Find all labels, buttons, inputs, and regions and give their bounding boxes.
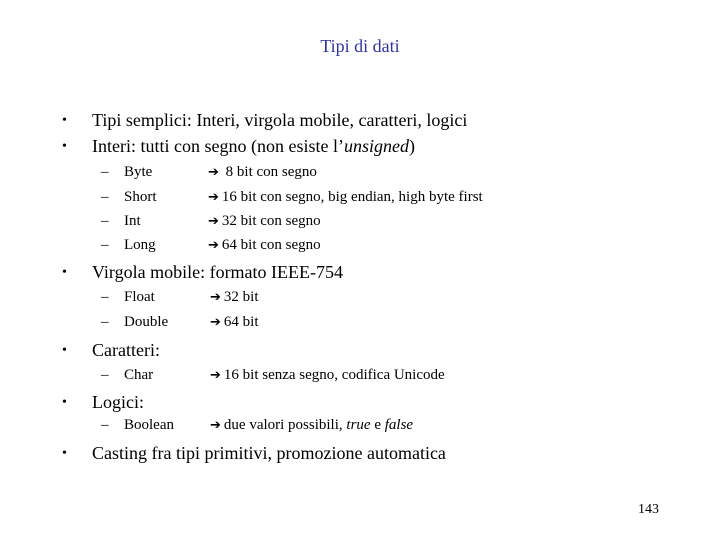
type-desc: 32 bit con segno xyxy=(221,213,321,229)
sub-item-byte: – Byte ➔ 8 bit con segno xyxy=(101,164,317,181)
bullet-item-casting: • Casting fra tipi primitivi, promozione … xyxy=(62,443,446,464)
sub-item-short: – Short ➔ 16 bit con segno, big endian, hig… xyxy=(101,189,483,206)
type-desc: 64 bit xyxy=(223,314,259,330)
type-desc: 64 bit con segno xyxy=(221,237,321,253)
bullet-icon: • xyxy=(62,113,67,128)
bullet-item-floating-point: • Virgola mobile: formato IEEE-754 xyxy=(62,262,343,283)
true-keyword: true xyxy=(346,417,371,433)
type-label: Long xyxy=(124,237,156,253)
arrow-right-icon: ➔ xyxy=(208,238,219,253)
sub-item-char: – Char ➔ 16 bit senza segno, codifica Unico… xyxy=(101,367,445,384)
sub-item-boolean: – Boolean ➔ due valori possibili, true e fa… xyxy=(101,417,413,434)
type-label: Byte xyxy=(124,164,153,180)
bullet-icon: • xyxy=(62,139,67,154)
sub-item-long: – Long ➔ 64 bit con segno xyxy=(101,237,321,254)
type-label: Short xyxy=(124,189,157,205)
bullet-text: Caratteri: xyxy=(92,340,160,360)
arrow-right-icon: ➔ xyxy=(210,290,221,305)
sub-item-double: – Double ➔ 64 bit xyxy=(101,314,259,331)
arrow-right-icon: ➔ xyxy=(208,190,219,205)
bullet-text: Logici: xyxy=(92,392,144,412)
false-keyword: false xyxy=(384,417,414,433)
type-desc-conj: e xyxy=(370,417,385,433)
type-label: Double xyxy=(124,314,169,330)
slide-title: Tipi di dati xyxy=(320,36,400,56)
arrow-right-icon: ➔ xyxy=(210,418,221,433)
bullet-icon: • xyxy=(62,395,67,410)
bullet-text: ) xyxy=(408,136,415,156)
arrow-right-icon: ➔ xyxy=(210,315,221,330)
type-label: Float xyxy=(124,289,155,305)
page-number: 143 xyxy=(638,502,659,517)
bullet-item-simple-types: • Tipi semplici: Interi, virgola mobile, … xyxy=(62,110,467,131)
sub-item-int: – Int ➔ 32 bit con segno xyxy=(101,213,321,230)
bullet-text-italic: unsigned xyxy=(343,136,409,156)
bullet-text: Interi: tutti con segno (non esiste l’ xyxy=(92,136,344,156)
bullet-text: Casting fra tipi primitivi, promozione a… xyxy=(92,443,446,463)
bullet-item-characters: • Caratteri: xyxy=(62,340,160,361)
dash-icon: – xyxy=(101,213,109,229)
type-desc: 32 bit xyxy=(223,289,259,305)
sub-item-float: – Float ➔ 32 bit xyxy=(101,289,259,306)
dash-icon: – xyxy=(101,237,109,253)
type-desc: 16 bit senza segno, codifica Unicode xyxy=(223,367,445,383)
arrow-right-icon: ➔ xyxy=(208,214,219,229)
bullet-item-integers: • Interi: tutti con segno (non esiste l’u… xyxy=(62,136,415,157)
dash-icon: – xyxy=(101,289,109,305)
arrow-right-icon: ➔ xyxy=(210,368,221,383)
type-desc: due valori possibili, xyxy=(223,417,347,433)
dash-icon: – xyxy=(101,367,109,383)
bullet-icon: • xyxy=(62,343,67,358)
dash-icon: – xyxy=(101,189,109,205)
type-desc: 8 bit con segno xyxy=(221,164,317,180)
bullet-icon: • xyxy=(62,446,67,461)
bullet-item-logical: • Logici: xyxy=(62,392,144,413)
type-label: Int xyxy=(124,213,141,229)
bullet-icon: • xyxy=(62,265,67,280)
bullet-text: Virgola mobile: formato IEEE-754 xyxy=(92,262,344,282)
type-label: Boolean xyxy=(124,417,174,433)
dash-icon: – xyxy=(101,164,109,180)
dash-icon: – xyxy=(101,417,109,433)
arrow-right-icon: ➔ xyxy=(208,165,219,180)
type-label: Char xyxy=(124,367,154,383)
type-desc: 16 bit con segno, big endian, high byte … xyxy=(221,189,483,205)
bullet-text: Tipi semplici: Interi, virgola mobile, c… xyxy=(92,110,468,130)
dash-icon: – xyxy=(101,314,109,330)
